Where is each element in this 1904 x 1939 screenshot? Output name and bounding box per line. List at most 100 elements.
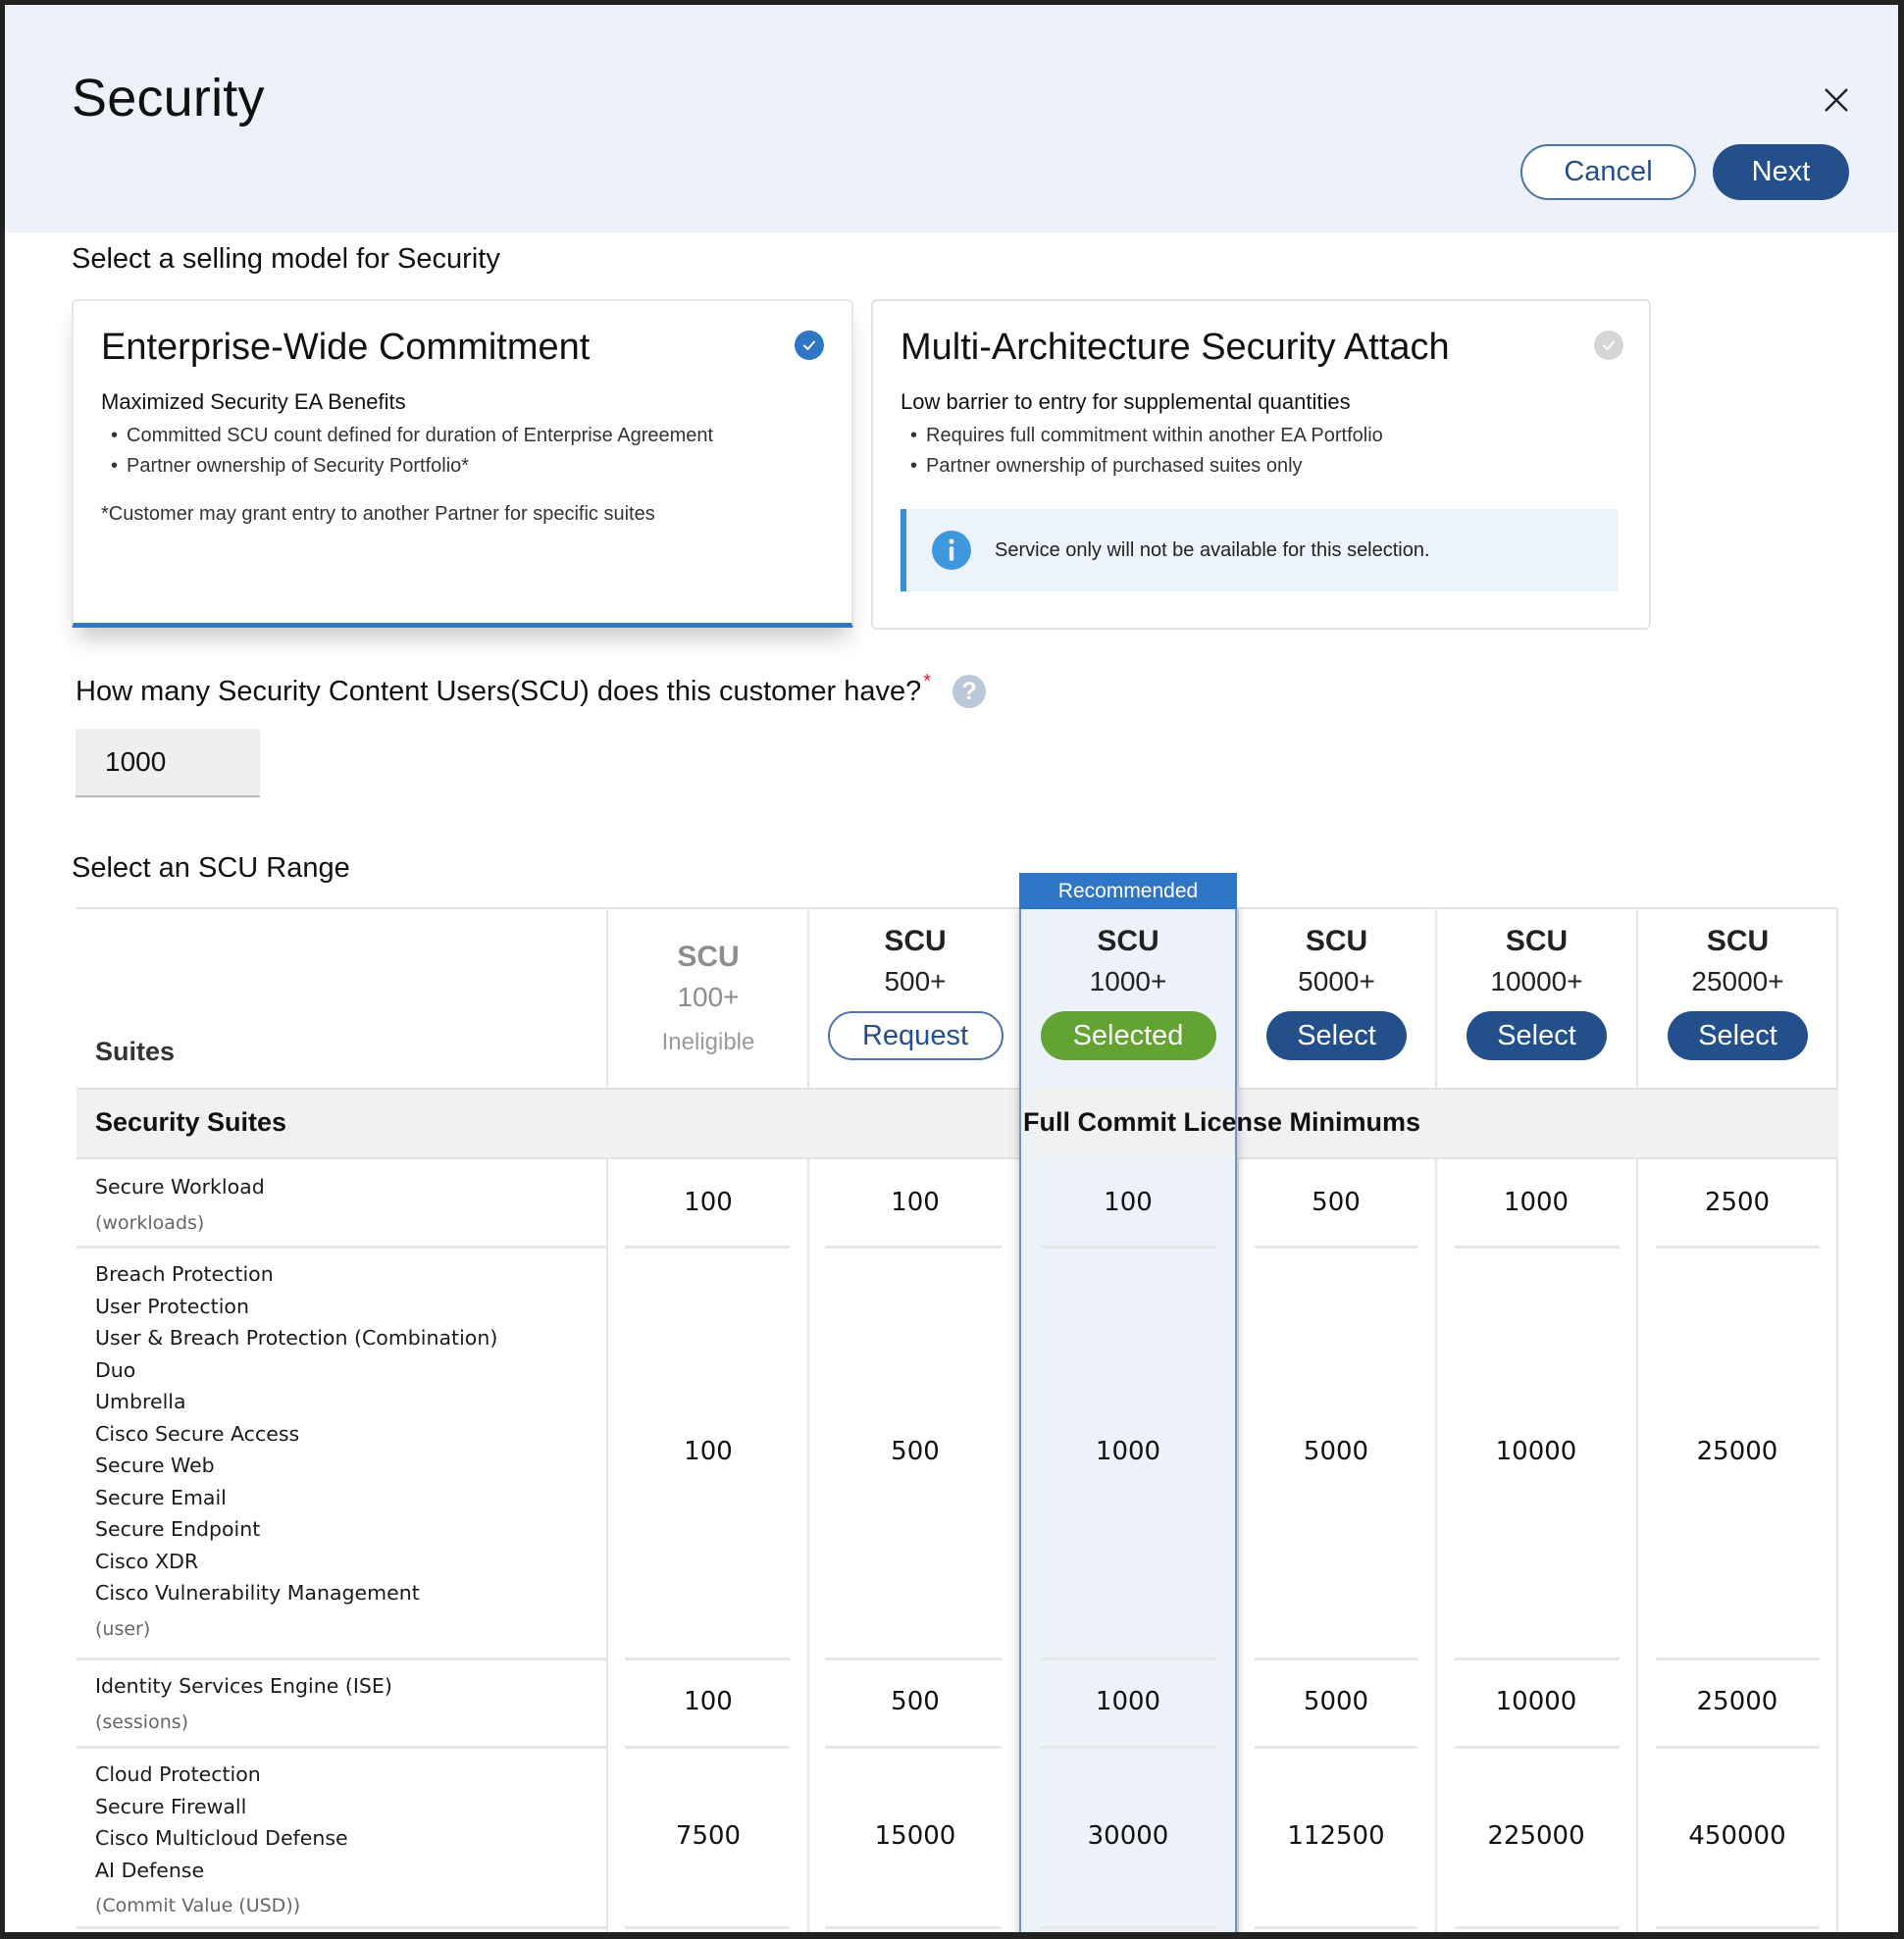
scu-label: SCU xyxy=(1505,925,1569,957)
next-button[interactable]: Next xyxy=(1713,144,1849,200)
row-divider xyxy=(825,1246,1002,1249)
scu-question: How many Security Content Users(SCU) doe… xyxy=(76,671,987,708)
row-divider xyxy=(1656,1246,1820,1249)
info-text: Service only will not be available for t… xyxy=(995,538,1430,561)
minimum-value-cell: 100 xyxy=(684,1687,733,1716)
row-divider xyxy=(77,1746,606,1749)
required-asterisk: * xyxy=(923,670,932,692)
row-divider xyxy=(77,1926,606,1929)
row-divider xyxy=(825,1746,1002,1749)
suite-name: Cisco Secure Access xyxy=(95,1421,300,1446)
suite-name: Duo xyxy=(95,1357,136,1382)
select-button[interactable]: Select xyxy=(1467,1011,1607,1060)
card-multi-architecture-security-attach[interactable]: Multi-Architecture Security Attach Low b… xyxy=(871,299,1651,630)
dialog-header: Security Cancel Next xyxy=(5,5,1898,232)
info-icon xyxy=(932,531,971,570)
suite-name: Cisco XDR xyxy=(95,1549,199,1573)
card-footnote: *Customer may grant entry to another Par… xyxy=(101,503,655,525)
selling-model-label: Select a selling model for Security xyxy=(72,243,500,275)
minimum-value-cell: 5000 xyxy=(1303,1437,1369,1466)
select-button[interactable]: Select xyxy=(1668,1011,1808,1060)
header-scu-25000: SCU 25000+ Select xyxy=(1637,909,1838,1088)
minimum-value-cell: 112500 xyxy=(1287,1821,1385,1851)
row-divider xyxy=(1255,1746,1417,1749)
row-divider xyxy=(1455,1658,1620,1660)
row-divider xyxy=(1041,1246,1217,1249)
suite-name: Secure Workload xyxy=(95,1175,265,1199)
scu-count-input[interactable] xyxy=(76,729,260,797)
close-button[interactable] xyxy=(1822,85,1851,115)
suite-name: Cisco Multicloud Defense xyxy=(95,1826,348,1850)
ineligible-status: Ineligible xyxy=(661,1029,755,1055)
card-bullets: Requires full commitment within another … xyxy=(910,421,1383,482)
minimum-value-cell: 7500 xyxy=(675,1821,742,1851)
suite-name: Secure Web xyxy=(95,1454,215,1477)
minimum-value-cell: 30000 xyxy=(1087,1821,1169,1851)
minimum-value-cell: 15000 xyxy=(874,1821,956,1851)
suite-name: Secure Endpoint xyxy=(95,1517,261,1541)
row-divider xyxy=(1455,1246,1620,1249)
row-divider xyxy=(1455,1746,1620,1749)
select-button[interactable]: Select xyxy=(1266,1011,1407,1060)
minimum-value-cell: 100 xyxy=(891,1187,940,1217)
row-divider xyxy=(1255,1926,1417,1929)
suite-unit: (Commit Value (USD)) xyxy=(95,1895,301,1916)
card-title: Multi-Architecture Security Attach xyxy=(901,327,1450,368)
minimum-value-cell: 100 xyxy=(1104,1187,1153,1217)
page-title: Security xyxy=(72,69,265,128)
suite-row-label: Identity Services Engine (ISE) (sessions) xyxy=(95,1670,392,1740)
scu-label: SCU xyxy=(884,925,947,957)
minimum-value-cell: 225000 xyxy=(1487,1821,1585,1851)
card-subtitle: Low barrier to entry for supplemental qu… xyxy=(901,389,1351,414)
minimum-value-cell: 1000 xyxy=(1503,1187,1570,1217)
suite-unit: (workloads) xyxy=(95,1211,205,1234)
suite-name: Identity Services Engine (ISE) xyxy=(95,1674,392,1698)
card-subtitle: Maximized Security EA Benefits xyxy=(101,389,406,414)
row-divider xyxy=(1455,1926,1620,1929)
card-enterprise-wide-commitment[interactable]: Enterprise-Wide Commitment Maximized Sec… xyxy=(72,299,853,628)
help-icon[interactable]: ? xyxy=(952,675,987,708)
minimum-value-cell: 500 xyxy=(891,1687,940,1716)
suite-name: User Protection xyxy=(95,1294,249,1318)
row-divider xyxy=(1656,1926,1820,1929)
scu-label: SCU xyxy=(1706,925,1770,957)
suite-row-label: Breach Protection User Protection User & B… xyxy=(95,1258,497,1647)
suite-name: Cloud Protection xyxy=(95,1762,261,1786)
scu-range-value: 10000+ xyxy=(1490,966,1583,996)
row-divider xyxy=(1255,1658,1417,1660)
close-icon xyxy=(1825,88,1848,112)
scu-range-value: 500+ xyxy=(884,966,947,996)
row-divider xyxy=(77,1658,606,1660)
row-divider xyxy=(1255,1246,1417,1249)
scu-label: SCU xyxy=(677,941,740,973)
minimum-value-cell: 5000 xyxy=(1303,1687,1369,1716)
suite-row-label: Secure Workload (workloads) xyxy=(95,1171,265,1241)
scu-label: SCU xyxy=(1097,925,1159,957)
row-divider xyxy=(625,1746,790,1749)
minimum-value-cell: 10000 xyxy=(1495,1687,1577,1716)
bullet-item: Partner ownership of purchased suites on… xyxy=(910,451,1383,482)
minimum-value-cell: 100 xyxy=(684,1187,733,1217)
header-scu-10000: SCU 10000+ Select xyxy=(1436,909,1637,1088)
suite-name: Breach Protection xyxy=(95,1262,274,1286)
suite-name: Cisco Vulnerability Management xyxy=(95,1581,420,1605)
suites-column-header: Suites xyxy=(95,1037,176,1066)
minimum-value-cell: 1000 xyxy=(1095,1437,1161,1466)
header-scu-1000: SCU 1000+ Selected xyxy=(1021,909,1235,1088)
full-commit-heading: Full Commit License Minimums xyxy=(1022,1107,1421,1137)
scu-range-value: 5000+ xyxy=(1298,966,1375,996)
row-divider xyxy=(825,1926,1002,1929)
cancel-button[interactable]: Cancel xyxy=(1520,144,1696,200)
request-button[interactable]: Request xyxy=(827,1011,1003,1060)
selected-button[interactable]: Selected xyxy=(1040,1011,1216,1060)
suite-name: AI Defense xyxy=(95,1858,205,1882)
scu-label: SCU xyxy=(1305,925,1368,957)
suite-name: Secure Firewall xyxy=(95,1794,247,1818)
row-divider xyxy=(625,1926,790,1929)
header-scu-100: SCU 100+ Ineligible xyxy=(608,909,808,1088)
scu-range-value: 100+ xyxy=(677,982,740,1012)
suite-unit: (sessions) xyxy=(95,1710,189,1733)
row-divider xyxy=(1041,1926,1217,1929)
card-bullets: Committed SCU count defined for duration… xyxy=(111,421,713,482)
minimum-value-cell: 100 xyxy=(684,1437,733,1466)
